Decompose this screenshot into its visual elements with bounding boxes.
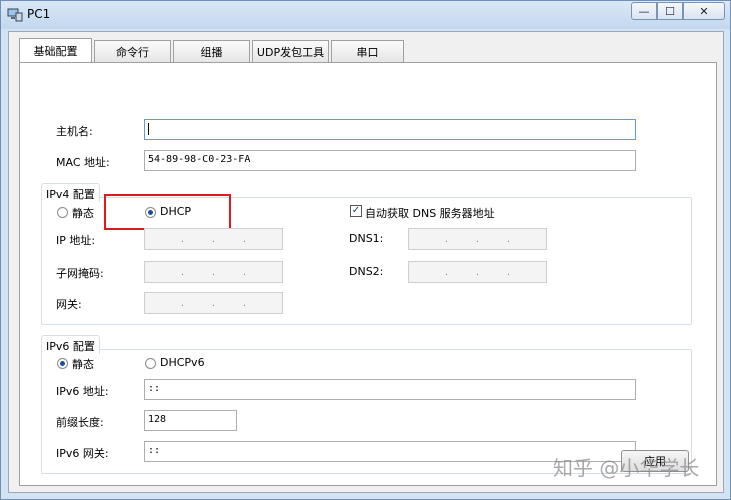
watermark-text: 知乎 @小华学长: [553, 456, 700, 480]
title-bar[interactable]: PC1 — ☐ ✕: [1, 1, 730, 29]
hostname-input[interactable]: [144, 119, 636, 140]
ip-address-label: IP 地址:: [56, 234, 96, 247]
subnet-mask-field[interactable]: ...: [144, 261, 283, 283]
hostname-label: 主机名:: [56, 125, 93, 138]
minimize-icon: —: [638, 4, 650, 18]
close-icon: ✕: [699, 4, 709, 18]
tab-multicast[interactable]: 组播: [173, 40, 250, 62]
gateway-label: 网关:: [56, 298, 82, 311]
gateway-field[interactable]: ...: [144, 292, 283, 314]
auto-dns-label: 自动获取 DNS 服务器地址: [365, 207, 495, 220]
prefix-length-field[interactable]: 128: [144, 410, 237, 431]
dhcp-highlight-box: [104, 194, 231, 230]
close-button[interactable]: ✕: [683, 2, 725, 20]
ipv6-dhcpv6-radio[interactable]: [145, 358, 156, 369]
window-title: PC1: [27, 7, 51, 21]
auto-dns-checkbox[interactable]: ✓: [350, 205, 362, 217]
minimize-button[interactable]: —: [631, 2, 657, 20]
dns1-label: DNS1:: [349, 232, 384, 245]
tab-command-line[interactable]: 命令行: [94, 40, 171, 62]
basic-config-panel: 主机名: MAC 地址: 54-89-98-C0-23-FA IPv4 配置 静…: [19, 62, 717, 486]
text-caret: [148, 123, 149, 135]
client-area: 基础配置 命令行 组播 UDP发包工具 串口 主机名: MAC 地址: 54-8…: [8, 31, 724, 493]
tab-udp-tool[interactable]: UDP发包工具: [252, 40, 329, 62]
prefix-length-label: 前缀长度:: [56, 416, 104, 429]
ipv6-group-title: IPv6 配置: [41, 335, 100, 354]
ipv4-static-radio[interactable]: [57, 207, 68, 218]
ipv6-static-label: 静态: [72, 358, 94, 371]
dns2-label: DNS2:: [349, 265, 384, 278]
ip-address-field[interactable]: ...: [144, 228, 283, 250]
ipv6-dhcpv6-label: DHCPv6: [160, 356, 205, 369]
subnet-mask-label: 子网掩码:: [56, 267, 104, 280]
ipv6-address-field[interactable]: ::: [144, 379, 636, 400]
pc-app-icon: [7, 8, 23, 22]
tab-serial-port[interactable]: 串口: [331, 40, 404, 62]
ipv6-gateway-label: IPv6 网关:: [56, 447, 109, 460]
maximize-icon: ☐: [665, 4, 675, 18]
ipv4-static-label: 静态: [72, 207, 94, 220]
dns2-field[interactable]: ...: [408, 261, 547, 283]
maximize-button[interactable]: ☐: [657, 2, 683, 20]
mac-label: MAC 地址:: [56, 156, 110, 169]
mac-address-field[interactable]: 54-89-98-C0-23-FA: [144, 150, 636, 171]
ipv6-address-label: IPv6 地址:: [56, 385, 109, 398]
dns1-field[interactable]: ...: [408, 228, 547, 250]
tab-basic-config[interactable]: 基础配置: [19, 38, 92, 62]
ipv4-group-title: IPv4 配置: [41, 183, 100, 202]
ipv6-static-radio[interactable]: [57, 358, 68, 369]
app-window: PC1 — ☐ ✕ 基础配置 命令行 组播 UDP发包工具 串口 主机名: MA…: [0, 0, 731, 500]
